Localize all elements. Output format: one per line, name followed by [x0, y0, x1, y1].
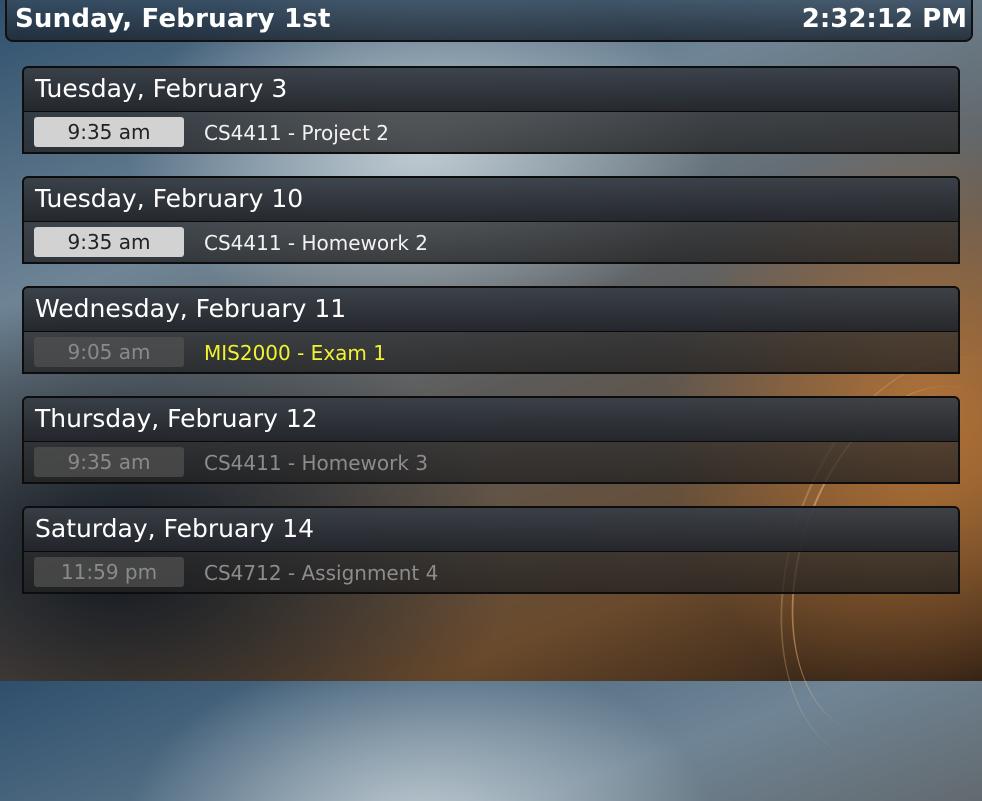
event-day-header: Tuesday, February 3: [24, 68, 958, 112]
event-card[interactable]: Wednesday, February 11 9:05 am MIS2000 -…: [22, 286, 960, 374]
event-title: CS4411 - Project 2: [204, 121, 389, 145]
event-row[interactable]: 9:35 am CS4411 - Homework 2: [24, 222, 958, 262]
event-row[interactable]: 9:05 am MIS2000 - Exam 1: [24, 332, 958, 372]
event-card[interactable]: Tuesday, February 10 9:35 am CS4411 - Ho…: [22, 176, 960, 264]
event-card[interactable]: Thursday, February 12 9:35 am CS4411 - H…: [22, 396, 960, 484]
event-time-badge: 9:35 am: [34, 447, 184, 477]
event-time-badge: 9:35 am: [34, 117, 184, 147]
event-list: Tuesday, February 3 9:35 am CS4411 - Pro…: [22, 66, 960, 616]
event-time-badge: 11:59 pm: [34, 557, 184, 587]
top-bar: Sunday, February 1st 2:32:12 PM: [5, 0, 973, 42]
event-time-badge: 9:05 am: [34, 337, 184, 367]
event-title: CS4411 - Homework 3: [204, 451, 429, 475]
event-row[interactable]: 9:35 am CS4411 - Project 2: [24, 112, 958, 152]
event-time-badge: 9:35 am: [34, 227, 184, 257]
event-title: CS4411 - Homework 2: [204, 231, 429, 255]
event-card[interactable]: Tuesday, February 3 9:35 am CS4411 - Pro…: [22, 66, 960, 154]
event-day-header: Wednesday, February 11: [24, 288, 958, 332]
current-date: Sunday, February 1st: [15, 4, 331, 34]
event-title: CS4712 - Assignment 4: [204, 561, 439, 585]
event-card[interactable]: Saturday, February 14 11:59 pm CS4712 - …: [22, 506, 960, 594]
event-row[interactable]: 11:59 pm CS4712 - Assignment 4: [24, 552, 958, 592]
event-day-header: Thursday, February 12: [24, 398, 958, 442]
event-title: MIS2000 - Exam 1: [204, 341, 386, 365]
event-day-header: Tuesday, February 10: [24, 178, 958, 222]
event-row[interactable]: 9:35 am CS4411 - Homework 3: [24, 442, 958, 482]
clock: 2:32:12 PM: [801, 4, 967, 34]
event-day-header: Saturday, February 14: [24, 508, 958, 552]
